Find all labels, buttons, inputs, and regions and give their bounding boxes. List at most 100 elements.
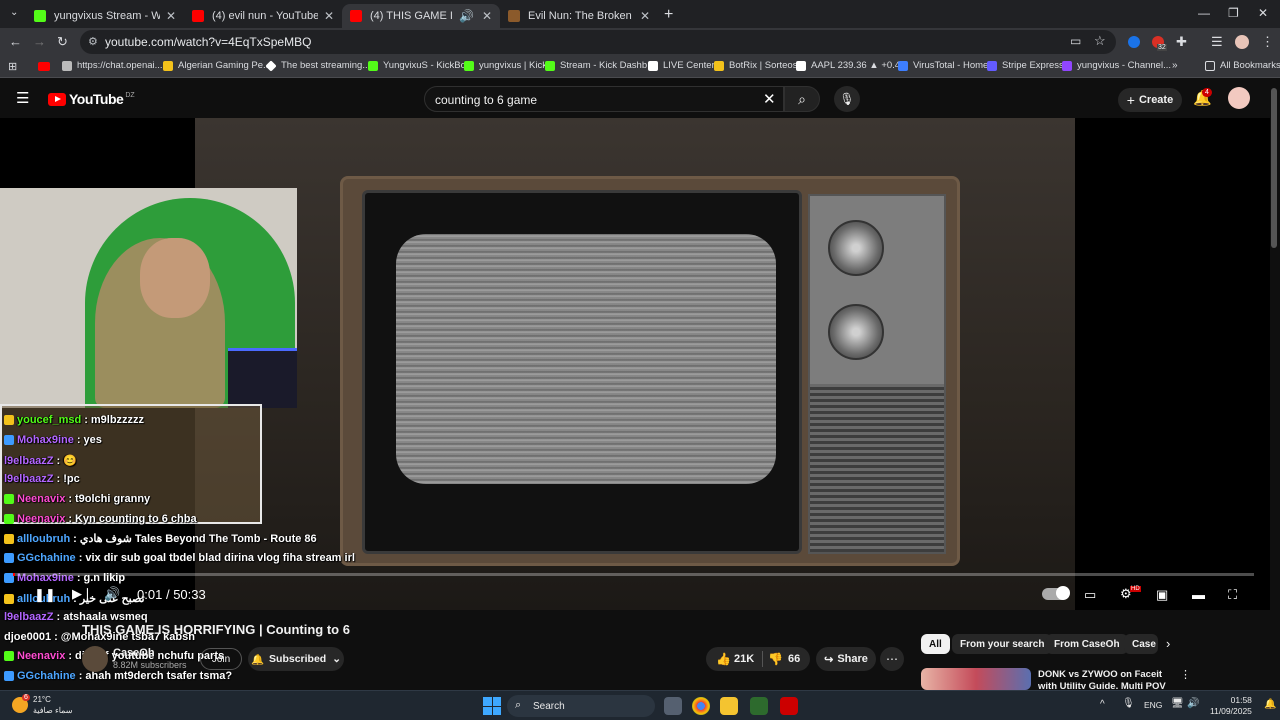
extension-icon[interactable]: [1128, 36, 1140, 48]
weather-widget[interactable]: 21°C سماء صافية: [33, 694, 73, 716]
volume-icon[interactable]: 🔊: [104, 586, 120, 602]
autoplay-knob: [1056, 586, 1070, 600]
reload-icon[interactable]: ↻: [57, 34, 68, 50]
channel-avatar[interactable]: [82, 646, 108, 672]
file-explorer-icon[interactable]: [720, 697, 738, 715]
audio-icon[interactable]: 🔊: [459, 9, 474, 23]
tab-evil-nun-game[interactable]: Evil Nun: The Broken Mask - v1 ✕: [500, 4, 658, 28]
bookmark-item[interactable]: yungvixus - Channel...: [1062, 60, 1171, 71]
cast-icon[interactable]: ▭: [1070, 34, 1081, 48]
join-button[interactable]: Join: [200, 648, 242, 670]
youtube-app-icon[interactable]: [780, 697, 798, 715]
miniplayer-icon[interactable]: ▣: [1156, 587, 1168, 603]
more-bookmarks-icon[interactable]: »: [1172, 60, 1178, 71]
tab-current-video[interactable]: (4) THIS GAME IS HORRIFYI 🔊 ✕: [342, 4, 500, 28]
notification-center-icon[interactable]: 🔔: [1264, 699, 1276, 710]
bookmark-item[interactable]: VirusTotal - Home: [898, 60, 988, 71]
taskbar-search[interactable]: ⌕ Search: [507, 695, 655, 717]
menu-kebab-icon[interactable]: ⋮: [1261, 34, 1274, 50]
chip-case[interactable]: Case: [1124, 634, 1158, 654]
weather-text: سماء صافية: [33, 706, 73, 715]
forward-icon[interactable]: →: [33, 34, 46, 49]
youtube-logo[interactable]: YouTube DZ: [48, 91, 135, 107]
fullscreen-icon[interactable]: ⛶: [1228, 587, 1237, 603]
microphone-icon[interactable]: 🎙: [1122, 698, 1135, 709]
close-icon[interactable]: ✕: [640, 9, 650, 23]
subtitles-icon[interactable]: ▭: [1084, 587, 1096, 603]
game-icon: [508, 10, 520, 22]
network-icon[interactable]: 🖥: [1171, 698, 1184, 709]
youtube-bookmark-icon[interactable]: [38, 62, 50, 71]
site-info-icon[interactable]: ⚙: [88, 35, 98, 48]
chat-username: youcef_msd: [17, 414, 82, 426]
bookmark-item[interactable]: Stripe Express: [987, 60, 1064, 71]
minimize-button[interactable]: —: [1198, 6, 1210, 20]
avatar[interactable]: [1228, 87, 1250, 109]
bookmark-item[interactable]: BotRix | Sorteos: [714, 60, 797, 71]
chevron-right-icon[interactable]: ›: [1166, 636, 1170, 651]
channel-name[interactable]: CaseOh: [113, 647, 155, 659]
search-button[interactable]: ⌕: [784, 86, 820, 112]
chip-from-caseoh[interactable]: From CaseOh: [1046, 634, 1128, 654]
theater-mode-icon[interactable]: ▬: [1192, 587, 1205, 602]
speaker-icon[interactable]: 🔊: [1187, 698, 1199, 709]
close-icon[interactable]: ✕: [166, 9, 176, 23]
dislike-icon[interactable]: 👎: [768, 652, 783, 666]
close-icon[interactable]: ✕: [324, 9, 334, 23]
all-bookmarks[interactable]: All Bookmarks: [1205, 60, 1280, 71]
recommendation-menu-icon[interactable]: ⋮: [1180, 668, 1191, 681]
more-actions-button[interactable]: ⋯: [880, 647, 904, 671]
chat-message: Neenavix: t9olchi granny: [4, 493, 150, 505]
next-icon[interactable]: ▶❘: [72, 586, 93, 602]
bookmark-item[interactable]: https://chat.openai....: [62, 60, 165, 71]
tab-search-icon[interactable]: ⌄: [10, 7, 18, 18]
subscribed-button[interactable]: 🔔 Subscribed ⌄: [248, 647, 344, 671]
pause-icon[interactable]: ❚❚: [34, 587, 56, 603]
page-scrollbar[interactable]: [1271, 88, 1277, 248]
like-dislike-group: 👍 21K 👎 66: [706, 647, 810, 671]
recommendation-title[interactable]: DONK vs ZYWOO on Faceit with Utility Gui…: [1038, 669, 1178, 689]
like-count[interactable]: 21K: [734, 653, 754, 665]
tab-evil-nun-youtube[interactable]: (4) evil nun - YouTube ✕: [184, 4, 342, 28]
system-clock[interactable]: 01:58 11/09/2025: [1210, 695, 1252, 717]
language-indicator[interactable]: ENG: [1144, 700, 1162, 710]
bookmark-item[interactable]: Algerian Gaming Pe...: [163, 60, 271, 71]
close-icon[interactable]: ✕: [482, 9, 492, 23]
bookmark-item[interactable]: The best streaming...: [265, 59, 370, 72]
apps-grid-icon[interactable]: ⊞: [8, 60, 17, 73]
chat-username: djoe0001: [4, 631, 52, 643]
tab-kick-stream[interactable]: yungvixus Stream - Watch Live ✕: [26, 4, 184, 28]
bookmark-star-icon[interactable]: ☆: [1094, 33, 1106, 49]
address-bar[interactable]: ⚙ youtube.com/watch?v=4EqTxSpeMBQ ▭ ☆: [80, 30, 1116, 54]
bookmark-item[interactable]: LIVE Center: [648, 60, 715, 71]
bookmark-item[interactable]: yungvixus | Kick: [464, 60, 547, 71]
recommendation-thumbnail[interactable]: [921, 668, 1031, 690]
windows-start-icon[interactable]: [483, 697, 501, 715]
dislike-count[interactable]: 66: [788, 653, 800, 665]
chrome-icon[interactable]: [692, 697, 710, 715]
app-icon[interactable]: [750, 697, 768, 715]
extensions-puzzle-icon[interactable]: ✚: [1176, 34, 1187, 50]
create-button[interactable]: + Create: [1118, 88, 1182, 112]
progress-bar[interactable]: [13, 573, 1254, 576]
tab-search-icon[interactable]: ☰: [1211, 34, 1223, 50]
chip-all[interactable]: All: [921, 634, 950, 654]
new-tab-button[interactable]: +: [664, 6, 673, 24]
back-icon[interactable]: ←: [9, 34, 22, 49]
share-button[interactable]: ↪ Share: [816, 647, 876, 671]
search-input[interactable]: counting to 6 game ✕: [424, 86, 784, 112]
voice-search-icon[interactable]: 🎙: [834, 86, 860, 112]
bookmark-item[interactable]: Stream - Kick Dashb...: [545, 60, 655, 71]
tray-overflow-icon[interactable]: ^: [1100, 699, 1105, 710]
profile-avatar[interactable]: [1235, 35, 1249, 49]
bookmark-label: VirusTotal - Home: [913, 60, 989, 71]
like-icon[interactable]: 👍: [716, 652, 731, 666]
close-window-button[interactable]: ✕: [1258, 6, 1268, 20]
hamburger-menu-icon[interactable]: ☰: [16, 89, 29, 107]
chip-from-your-search[interactable]: From your search: [952, 634, 1053, 654]
clear-search-icon[interactable]: ✕: [763, 90, 776, 108]
task-view-icon[interactable]: [664, 697, 682, 715]
bookmark-item[interactable]: YungvixuS - KickBot: [368, 60, 469, 71]
bookmark-item[interactable]: AAPL 239.36 ▲ +0.4...: [796, 60, 908, 71]
restore-button[interactable]: ❐: [1228, 6, 1239, 20]
